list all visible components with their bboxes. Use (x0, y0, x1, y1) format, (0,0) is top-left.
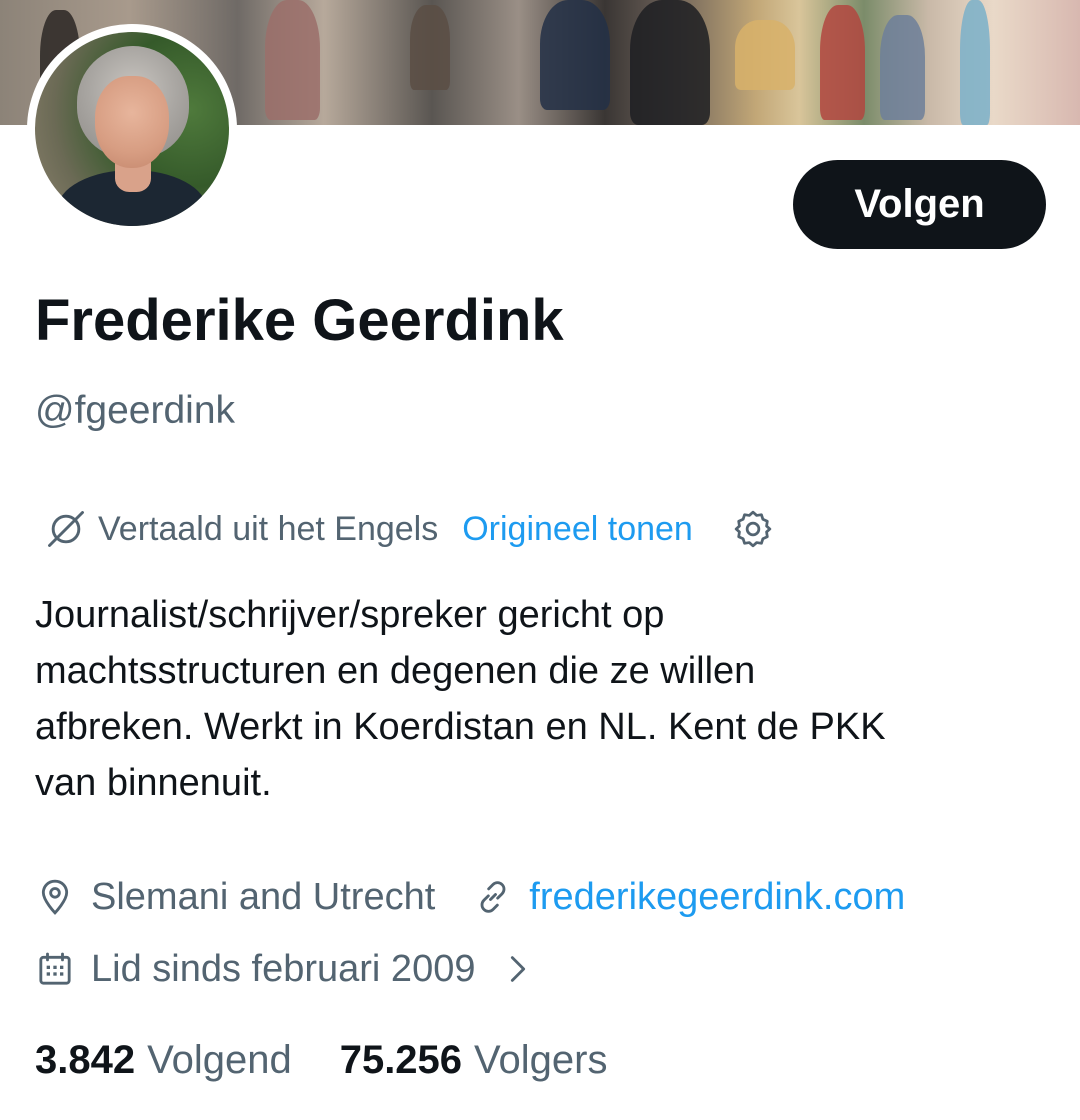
bio-line: afbreken. Werkt in Koerdistan en NL. Ken… (35, 706, 886, 748)
profile-meta-joined[interactable]: Lid sinds februari 2009 (35, 943, 535, 995)
profile-handle: @fgeerdink (35, 389, 236, 432)
avatar[interactable] (27, 24, 237, 234)
profile-meta-location-website: Slemani and Utrecht frederikegeerdink.co… (35, 871, 905, 923)
following-label: Volgend (147, 1037, 292, 1082)
translate-icon (48, 511, 84, 547)
profile-name: Frederike Geerdink (35, 288, 564, 353)
following-stat[interactable]: 3.842 Volgend (35, 1038, 292, 1083)
bio-line: machtsstructuren en degenen die ze wille… (35, 650, 756, 692)
avatar-photo (35, 32, 229, 226)
bio-line: van binnenuit. (35, 762, 272, 804)
translation-notice: Vertaald uit het Engels Origineel tonen (44, 504, 775, 554)
calendar-icon (39, 952, 71, 985)
profile-joined-date: Lid sinds februari 2009 (91, 947, 476, 990)
link-icon (480, 881, 506, 913)
profile-bio: Journalist/schrijver/spreker gericht op … (35, 587, 1045, 811)
followers-count: 75.256 (339, 1037, 463, 1082)
profile-location: Slemani and Utrecht (91, 875, 436, 918)
profile-website-link[interactable]: frederikegeerdink.com (529, 876, 905, 919)
profile-page: Volgen Frederike Geerdink @fgeerdink Ver… (0, 0, 1080, 1120)
follow-stats: 3.842 Volgend 75.256 Volgers (35, 1032, 607, 1088)
follow-button[interactable]: Volgen (793, 160, 1046, 249)
bio-line: Journalist/schrijver/spreker gericht op (35, 594, 665, 636)
show-original-link[interactable]: Origineel tonen (462, 510, 693, 549)
translation-label: Vertaald uit het Engels (98, 509, 439, 548)
chevron-right-icon (511, 956, 526, 982)
gear-icon[interactable] (731, 507, 775, 551)
location-pin-icon (41, 879, 69, 915)
followers-stat[interactable]: 75.256 Volgers (340, 1038, 608, 1083)
following-count: 3.842 (35, 1037, 136, 1082)
followers-label: Volgers (474, 1037, 608, 1082)
